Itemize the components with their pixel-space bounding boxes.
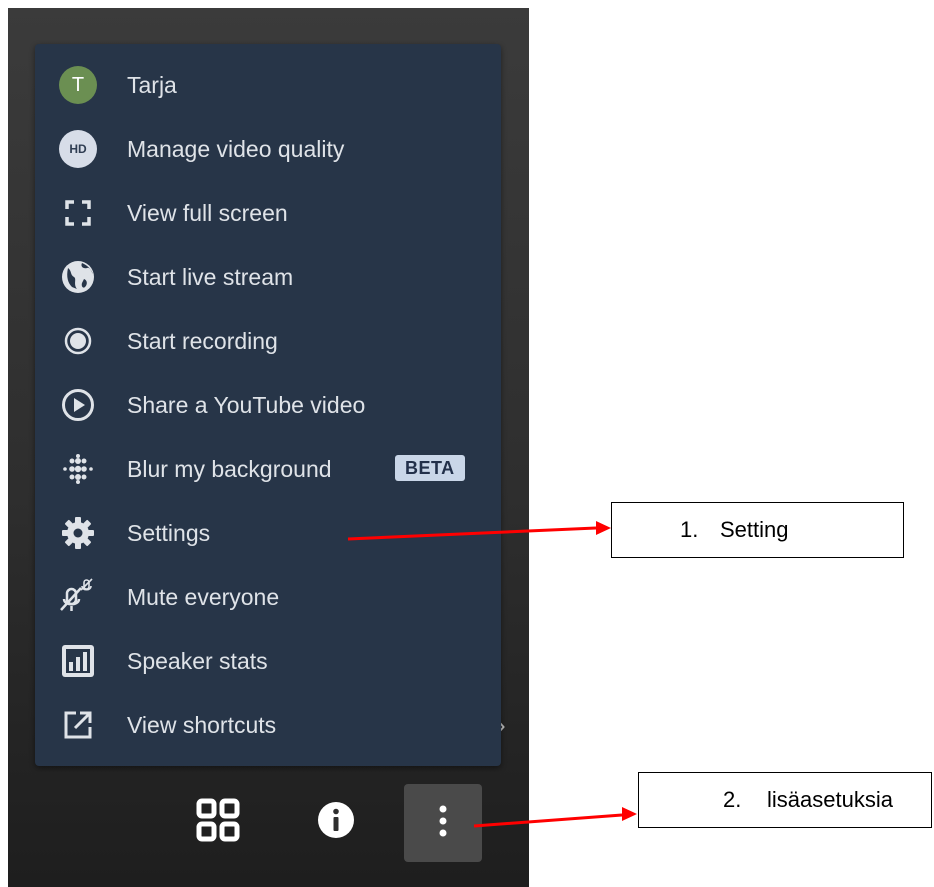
arrow-head-more-settings bbox=[622, 807, 637, 821]
arrow-more-settings bbox=[473, 813, 623, 828]
annotation-arrows bbox=[347, 521, 637, 828]
arrow-setting bbox=[347, 526, 597, 541]
arrow-head-setting bbox=[596, 521, 611, 535]
